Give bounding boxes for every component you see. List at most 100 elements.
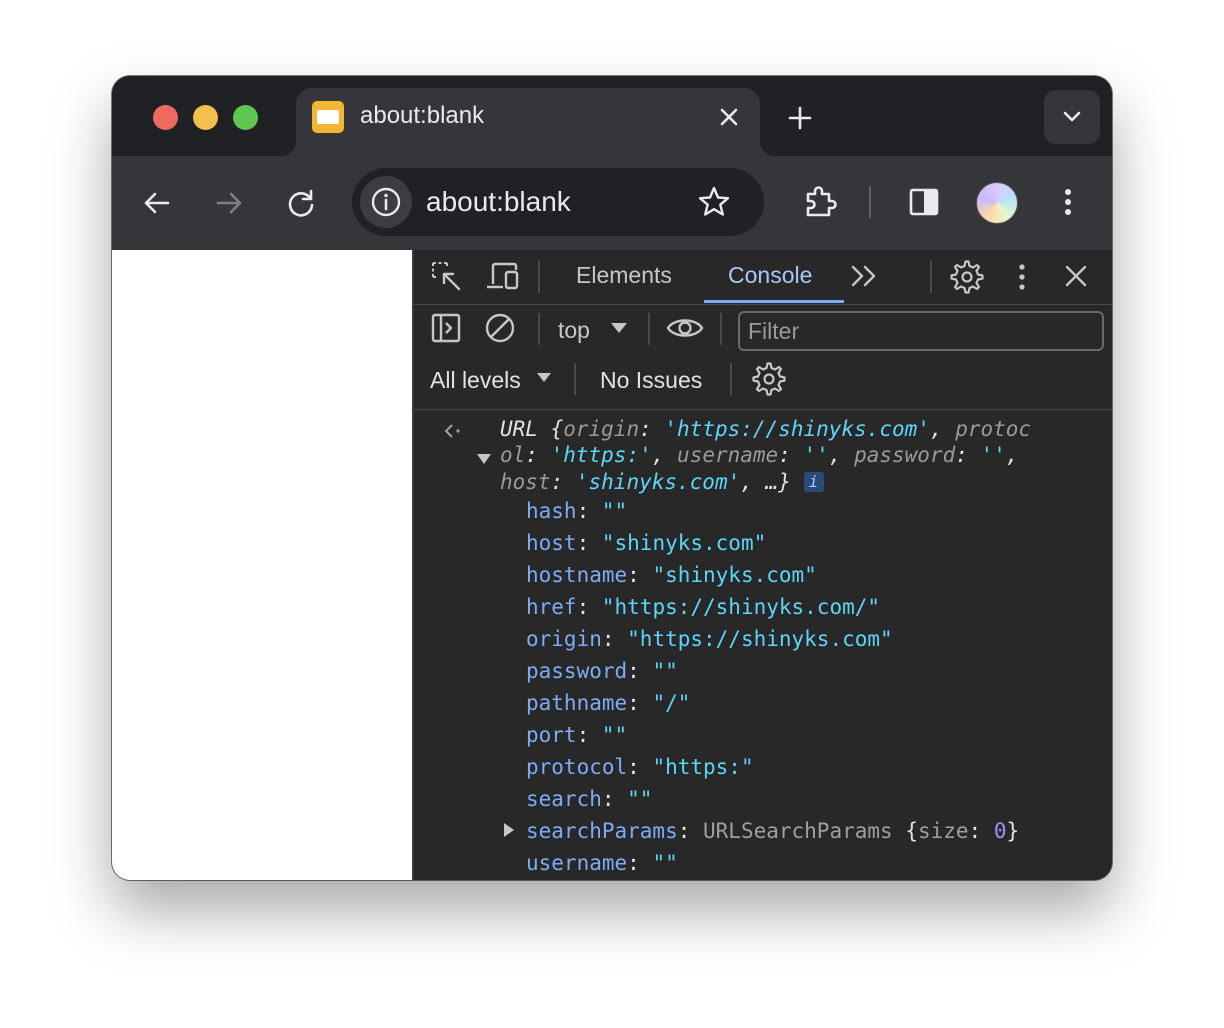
summary-key: password [854, 443, 956, 467]
property-row[interactable]: password: "" [526, 658, 678, 684]
property-value: "shinyks.com" [652, 563, 817, 587]
active-tab-indicator [704, 300, 844, 303]
chevron-down-icon [1063, 111, 1081, 122]
property-key: host [526, 531, 577, 555]
tab-elements[interactable]: Elements [576, 262, 672, 289]
summary-key: ol [500, 443, 526, 467]
property-key: hash [526, 499, 577, 523]
page-viewport[interactable] [112, 250, 412, 880]
back-arrow-icon[interactable] [140, 186, 174, 220]
collapsed-triangle-icon[interactable] [502, 822, 516, 838]
property-key: port [526, 723, 577, 747]
more-tabs-chevron-icon[interactable] [850, 262, 880, 290]
summary-key: protoc [955, 417, 1032, 441]
tab-search-button[interactable] [1044, 90, 1100, 144]
summary-value: 'https://shinyks.com' [664, 417, 930, 441]
browser-toolbar: about:blank [112, 156, 1112, 250]
property-value: "https://shinyks.com/" [601, 595, 881, 619]
property-row[interactable]: origin: "https://shinyks.com" [526, 626, 893, 652]
property-key: username [526, 851, 628, 875]
log-levels-dropdown[interactable]: All levels [430, 367, 521, 394]
property-value: "" [601, 723, 628, 747]
toolbar-divider [538, 313, 540, 345]
clear-console-icon[interactable] [484, 312, 516, 344]
console-sidebar-toggle-icon[interactable] [430, 312, 462, 344]
levels-dropdown-caret-icon[interactable] [536, 372, 552, 383]
side-panel-icon[interactable] [906, 184, 942, 220]
property-value: "" [652, 851, 678, 875]
object-summary-line-2[interactable]: ol: 'https:', username: '', password: ''… [500, 442, 1019, 468]
tab-console[interactable]: Console [728, 262, 812, 289]
console-output: URL {origin: 'https://shinyks.com', prot… [414, 410, 1112, 880]
property-row[interactable]: href: "https://shinyks.com/" [526, 594, 880, 620]
execution-context-selector[interactable]: top [558, 317, 590, 344]
summary-key: username [677, 443, 779, 467]
new-tab-plus-icon[interactable] [784, 102, 816, 134]
property-row[interactable]: host: "shinyks.com" [526, 530, 766, 556]
page-favicon-icon [312, 101, 344, 133]
property-row-expandable[interactable]: searchParams: URLSearchParams {size: 0} [526, 818, 1019, 844]
property-key: protocol [526, 755, 628, 779]
property-row[interactable]: hostname: "shinyks.com" [526, 562, 817, 588]
toolbar-divider [538, 261, 540, 293]
property-row[interactable]: hash: "" [526, 498, 627, 524]
forward-arrow-icon[interactable] [212, 186, 246, 220]
console-toolbar: top All levels No Issues [414, 305, 1112, 410]
object-summary-line-3[interactable]: host: 'shinyks.com', …} i [500, 469, 824, 495]
site-info-icon[interactable] [360, 176, 412, 228]
devtools-panel: Elements Console top Filter All levels N… [412, 250, 1112, 880]
property-key: searchParams [526, 819, 678, 843]
summary-key: host [500, 470, 551, 494]
property-key: pathname [526, 691, 628, 715]
inspect-element-icon[interactable] [430, 260, 462, 292]
property-key: hostname [526, 563, 628, 587]
tab-title: about:blank [360, 102, 485, 129]
summary-key: origin [563, 417, 640, 441]
toolbar-divider [574, 363, 576, 395]
devtools-menu-icon[interactable] [1012, 261, 1032, 293]
property-row[interactable]: port: "" [526, 722, 627, 748]
browser-tab-active[interactable]: about:blank [280, 88, 776, 156]
property-number-value: 0 [993, 819, 1007, 843]
issues-counter[interactable]: No Issues [600, 367, 702, 394]
expanded-triangle-icon[interactable] [476, 452, 492, 466]
close-devtools-icon[interactable] [1062, 262, 1090, 290]
title-bar: about:blank [112, 76, 1112, 156]
address-url[interactable]: about:blank [426, 186, 571, 218]
extensions-puzzle-icon[interactable] [800, 182, 840, 222]
toolbar-divider [869, 186, 871, 218]
summary-value: '' [980, 443, 1006, 467]
filter-field[interactable] [738, 311, 1104, 351]
live-expression-eye-icon[interactable] [666, 312, 704, 344]
device-toolbar-icon[interactable] [484, 260, 520, 292]
property-row[interactable]: username: "" [526, 850, 678, 876]
context-dropdown-caret-icon[interactable] [610, 322, 628, 334]
toolbar-divider [730, 363, 732, 395]
result-arrow-icon [442, 422, 462, 440]
bookmark-star-icon[interactable] [696, 184, 732, 220]
property-value: "https://shinyks.com" [627, 627, 893, 651]
minimize-window-button[interactable] [193, 105, 218, 130]
browser-menu-icon[interactable] [1052, 184, 1084, 220]
zoom-window-button[interactable] [233, 105, 258, 130]
reload-icon[interactable] [284, 186, 318, 220]
console-settings-gear-icon[interactable] [752, 362, 786, 396]
devtools-settings-gear-icon[interactable] [950, 260, 984, 294]
toolbar-divider [930, 261, 932, 293]
object-summary-line-1[interactable]: URL {origin: 'https://shinyks.com', prot… [500, 416, 1031, 442]
property-value: "https:" [652, 755, 754, 779]
address-bar[interactable]: about:blank [352, 168, 764, 236]
property-value: "" [652, 659, 678, 683]
summary-value: 'shinyks.com' [575, 470, 741, 494]
close-window-button[interactable] [153, 105, 178, 130]
property-row[interactable]: search: "" [526, 786, 652, 812]
property-value: "/" [652, 691, 691, 715]
property-value: "shinyks.com" [601, 531, 767, 555]
browser-window: about:blank about:blank Elements Console… [112, 76, 1112, 880]
property-row[interactable]: pathname: "/" [526, 690, 690, 716]
property-row[interactable]: protocol: "https:" [526, 754, 754, 780]
filter-input[interactable] [740, 313, 1102, 349]
info-badge-icon[interactable]: i [803, 472, 824, 492]
tab-close-icon[interactable] [716, 104, 742, 130]
profile-avatar[interactable] [976, 182, 1018, 224]
